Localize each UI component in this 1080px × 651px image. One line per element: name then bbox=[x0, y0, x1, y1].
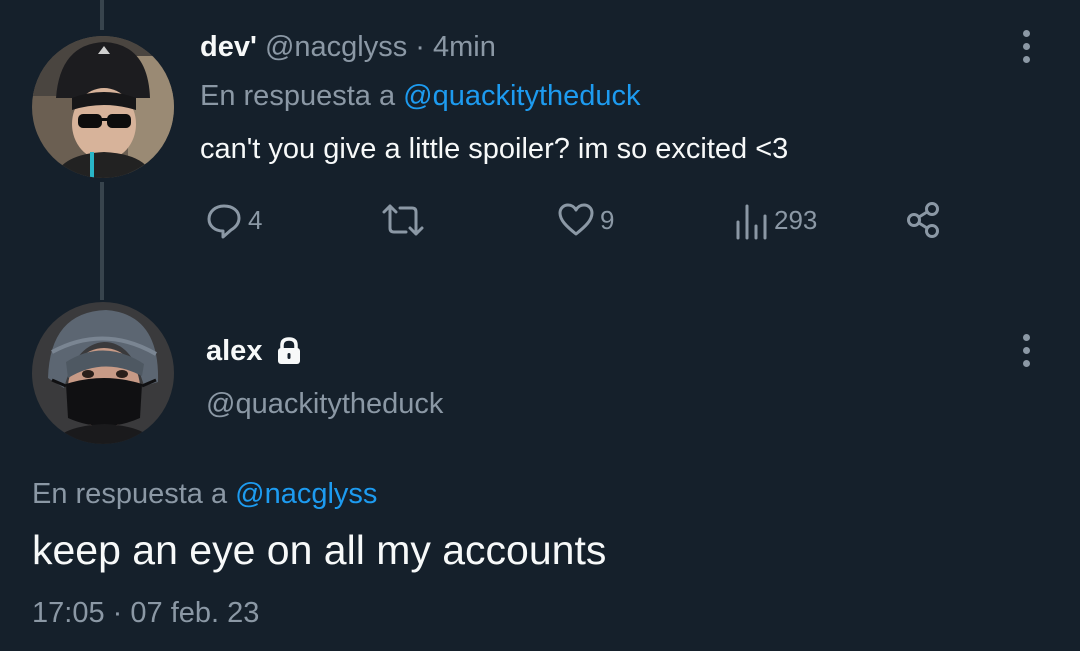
like-count: 9 bbox=[600, 204, 615, 235]
like-button[interactable]: 9 bbox=[556, 200, 614, 240]
more-icon bbox=[1022, 334, 1030, 341]
share-button[interactable] bbox=[904, 200, 944, 240]
views-count: 293 bbox=[774, 204, 818, 235]
display-name[interactable]: dev' bbox=[200, 31, 257, 63]
more-icon bbox=[1022, 30, 1030, 37]
avatar-alex[interactable] bbox=[32, 302, 174, 444]
reply-button[interactable]: 4 bbox=[204, 200, 262, 240]
timestamp[interactable]: 4min bbox=[433, 31, 496, 63]
reply-prefix: En respuesta a bbox=[200, 80, 396, 112]
reply-count: 4 bbox=[248, 204, 263, 235]
tweet-text: can't you give a little spoiler? im so e… bbox=[200, 133, 789, 165]
lock-icon bbox=[278, 337, 301, 364]
avatar-dev[interactable] bbox=[32, 36, 174, 178]
handle[interactable]: @quackitytheduck bbox=[206, 385, 443, 423]
separator: · bbox=[415, 31, 425, 63]
reply-prefix: En respuesta a bbox=[32, 478, 228, 510]
views-icon bbox=[736, 204, 767, 240]
tweet-date[interactable]: 07 feb. 23 bbox=[130, 597, 259, 629]
reply-to-link[interactable]: @nacglyss bbox=[235, 478, 377, 510]
reply-icon bbox=[207, 204, 241, 239]
thread-line-bottom bbox=[100, 182, 104, 300]
views-button[interactable]: 293 bbox=[734, 200, 817, 240]
tweet-text: keep an eye on all my accounts bbox=[32, 527, 607, 573]
thread-line-top bbox=[100, 0, 104, 30]
retweet-button[interactable] bbox=[380, 200, 430, 240]
more-options-button[interactable] bbox=[1021, 30, 1031, 63]
more-options-button[interactable] bbox=[1021, 334, 1031, 367]
tweet-time[interactable]: 17:05 bbox=[32, 597, 105, 629]
display-name[interactable]: alex bbox=[206, 332, 262, 370]
retweet-icon bbox=[382, 204, 424, 236]
reply-to-link[interactable]: @quackitytheduck bbox=[403, 80, 640, 112]
separator: · bbox=[112, 597, 123, 629]
like-icon bbox=[558, 203, 594, 236]
handle[interactable]: @nacglyss bbox=[265, 31, 407, 63]
share-icon bbox=[907, 202, 939, 238]
